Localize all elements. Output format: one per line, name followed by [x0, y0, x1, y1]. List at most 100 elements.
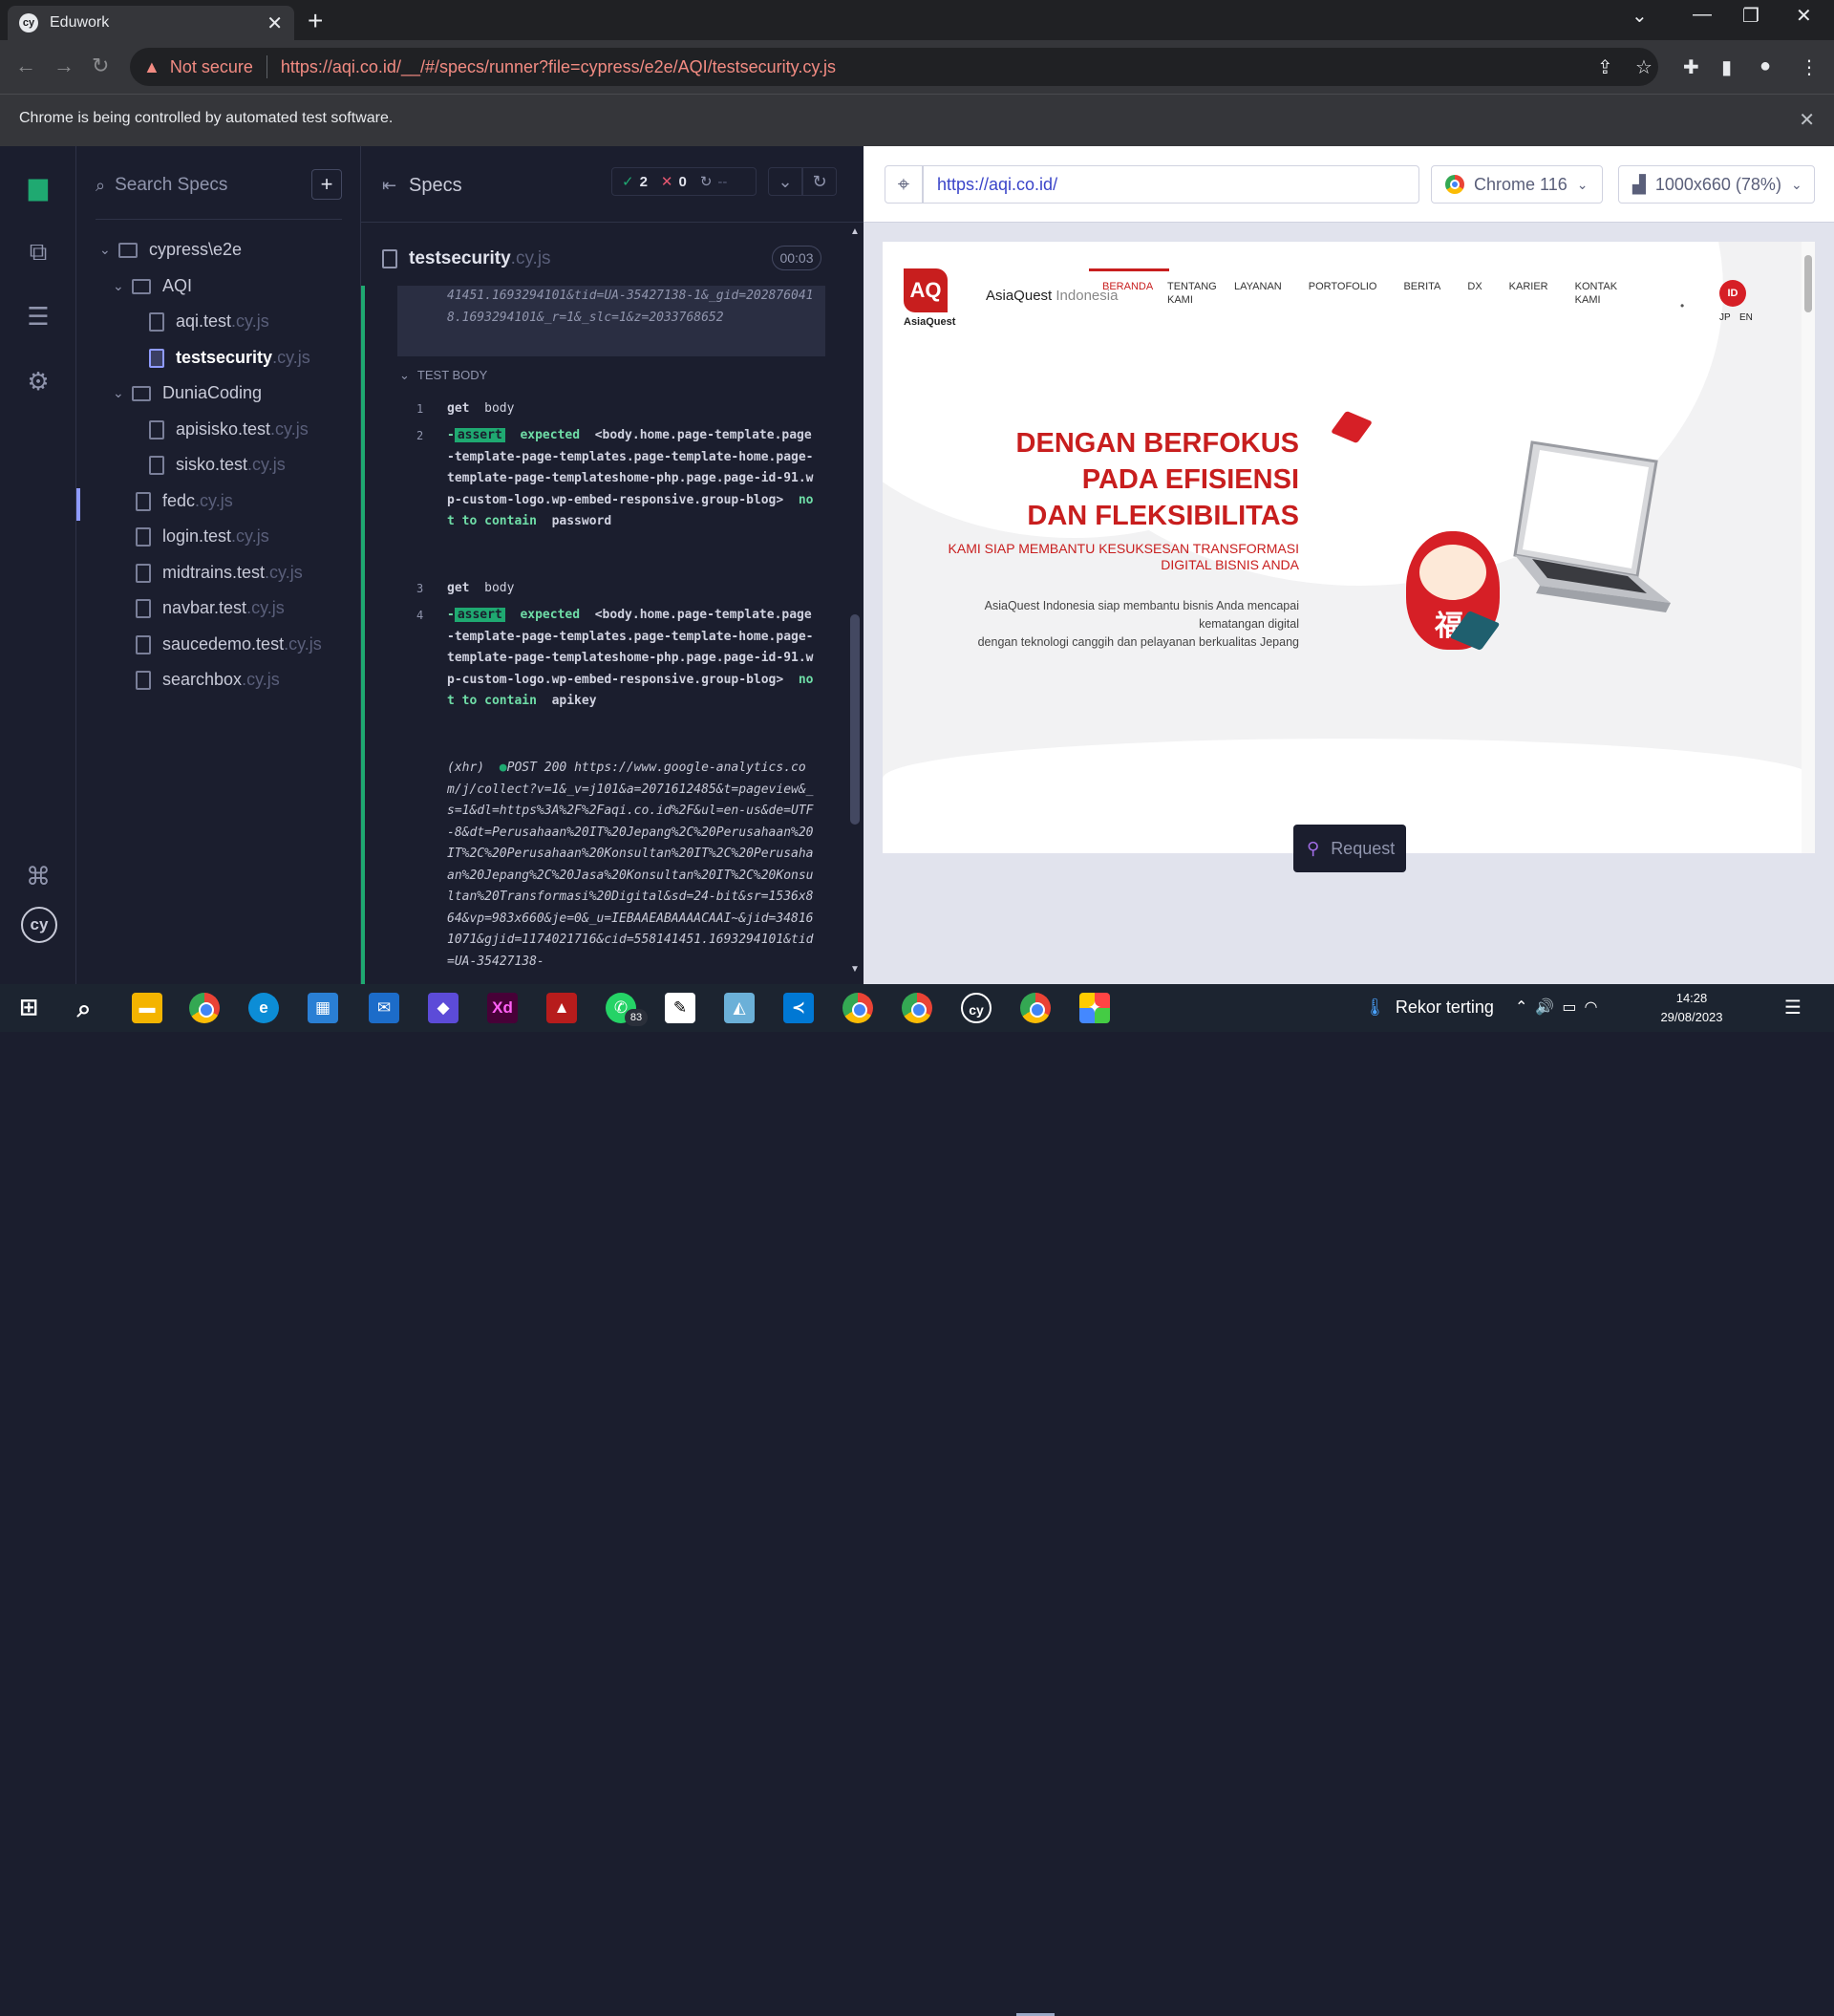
command-row[interactable]: 2 - assert expected <body.home.page-templ…: [397, 425, 825, 568]
app-icon[interactable]: ◭: [724, 993, 755, 1023]
tree-folder-aqi[interactable]: ⌄ AQI: [113, 276, 192, 296]
chrome-icon[interactable]: [902, 993, 932, 1023]
mail-icon[interactable]: ✉: [369, 993, 399, 1023]
language-jp-button[interactable]: JP: [1719, 312, 1731, 323]
settings-gear-icon[interactable]: ⚙: [21, 364, 55, 398]
close-infobar-icon[interactable]: ✕: [1799, 108, 1815, 132]
menu-item-portofolio[interactable]: PORTOFOLIO: [1309, 280, 1377, 307]
share-icon[interactable]: ⇪: [1597, 55, 1613, 79]
tree-folder-cypress-e2e[interactable]: ⌄ cypress\e2e: [99, 240, 242, 260]
not-secure-label[interactable]: Not secure: [170, 57, 253, 77]
previous-log-entry[interactable]: 41451.1693294101&tid=UA-35427138-1&_gid=…: [397, 286, 825, 356]
adobe-xd-icon[interactable]: Xd: [487, 993, 518, 1023]
windows-start-icon[interactable]: ⊞: [13, 993, 44, 1023]
selector-playground-icon[interactable]: ⌖: [885, 165, 923, 204]
reload-icon[interactable]: ↻: [92, 54, 109, 78]
minimize-button[interactable]: —: [1693, 4, 1712, 26]
bookmark-star-icon[interactable]: ☆: [1635, 55, 1653, 79]
app-icon[interactable]: ✎: [665, 993, 695, 1023]
specs-title[interactable]: Specs: [409, 175, 462, 197]
restore-button[interactable]: ❐: [1742, 4, 1759, 28]
close-window-button[interactable]: ✕: [1796, 4, 1812, 28]
chrome-icon[interactable]: [1020, 993, 1051, 1023]
language-id-button[interactable]: ID: [1719, 280, 1746, 307]
system-tray[interactable]: ⌃🔊▭◠: [1515, 997, 1605, 1017]
spec-item-testsecurity[interactable]: testsecurity .cy.js: [149, 348, 310, 368]
cypress-icon[interactable]: cy: [961, 993, 992, 1023]
spec-item-searchbox[interactable]: searchbox .cy.js: [136, 670, 280, 690]
system-clock[interactable]: 14:28 29/08/2023: [1649, 989, 1735, 1027]
aut-url[interactable]: https://aqi.co.id/: [923, 165, 1419, 204]
new-tab-button[interactable]: +: [308, 6, 323, 36]
site-scrollbar-thumb[interactable]: [1804, 255, 1812, 312]
forward-icon[interactable]: →: [53, 54, 75, 78]
search-specs-input[interactable]: ⌕ Search Specs: [96, 167, 323, 204]
tree-folder-duniacoding[interactable]: ⌄ DuniaCoding: [113, 383, 262, 403]
scroll-down-icon[interactable]: ▼: [850, 964, 860, 975]
command-row[interactable]: 1 get body: [397, 398, 825, 421]
search-icon[interactable]: ⌕: [69, 993, 99, 1023]
reporter-scrollbar[interactable]: ▲ ▼: [846, 223, 864, 984]
keyboard-shortcuts-icon[interactable]: ⌘: [21, 859, 55, 893]
cypress-logo-icon[interactable]: cy: [21, 907, 57, 943]
runs-icon[interactable]: ☰: [21, 299, 55, 333]
spec-item-midtrains-test[interactable]: midtrains.test .cy.js: [136, 563, 303, 583]
expand-collapse-button[interactable]: ⌄: [768, 167, 802, 196]
address-bar[interactable]: ▲ Not secure https://aqi.co.id/__/#/spec…: [130, 48, 1658, 86]
scrollbar-thumb[interactable]: [850, 614, 860, 825]
xhr-log-row[interactable]: (xhr) ●POST 200 https://www.google-analy…: [397, 758, 825, 984]
spec-item-apisisko-test[interactable]: apisisko.test .cy.js: [149, 419, 309, 440]
spec-item-aqi-test[interactable]: aqi.test .cy.js: [149, 311, 269, 332]
app-icon[interactable]: ✦: [1079, 993, 1110, 1023]
rerun-button[interactable]: ↻: [802, 167, 837, 196]
address-url[interactable]: https://aqi.co.id/__/#/specs/runner?file…: [281, 57, 836, 77]
scroll-up-icon[interactable]: ▲: [850, 226, 860, 237]
profile-icon[interactable]: ●: [1759, 55, 1771, 77]
side-panel-icon[interactable]: ▮: [1721, 55, 1732, 79]
project-icon[interactable]: ▆: [21, 169, 55, 204]
menu-item-layanan[interactable]: LAYANAN: [1234, 280, 1282, 307]
browser-selector[interactable]: Chrome 116 ⌄: [1431, 165, 1603, 204]
edge-icon[interactable]: e: [248, 993, 279, 1023]
command-row[interactable]: 4 - assert expected <body.home.page-templ…: [397, 605, 825, 748]
spec-item-navbar-test[interactable]: navbar.test .cy.js: [136, 598, 285, 618]
chrome-icon[interactable]: [842, 993, 873, 1023]
menu-item-berita[interactable]: BERITA: [1403, 280, 1440, 307]
menu-item-dx[interactable]: DX: [1467, 280, 1482, 307]
battery-icon[interactable]: ▭: [1562, 999, 1584, 1016]
close-tab-icon[interactable]: ✕: [267, 11, 283, 35]
weather-widget[interactable]: 🌡 Rekor terting: [1364, 997, 1494, 1018]
back-icon[interactable]: ←: [15, 54, 36, 78]
browser-tab[interactable]: cy Eduwork ✕: [8, 6, 294, 40]
tab-search-icon[interactable]: ⌄: [1631, 4, 1648, 28]
site-scrollbar[interactable]: [1802, 242, 1815, 853]
chrome-icon[interactable]: [189, 993, 220, 1023]
file-explorer-icon[interactable]: ▬: [132, 993, 162, 1023]
command-row[interactable]: 3 get body: [397, 578, 825, 601]
menu-item-beranda[interactable]: BERANDA: [1089, 268, 1169, 307]
viewport-info[interactable]: ▟ 1000x660 (78%) ⌄: [1618, 165, 1815, 204]
request-button[interactable]: ⚲ Request: [1293, 825, 1406, 872]
notification-icon[interactable]: ☰: [1784, 996, 1802, 1019]
language-en-button[interactable]: EN: [1739, 312, 1753, 323]
specs-icon[interactable]: ⧉: [21, 234, 55, 268]
menu-item-tentang-kami[interactable]: TENTANG KAMI: [1167, 280, 1217, 307]
vscode-icon[interactable]: ≺: [783, 993, 814, 1023]
app-icon[interactable]: ◆: [428, 993, 458, 1023]
app-icon[interactable]: ▲: [546, 993, 577, 1023]
test-body-label[interactable]: ⌄ TEST BODY: [397, 368, 487, 383]
menu-item-karier[interactable]: KARIER: [1509, 280, 1548, 307]
menu-item-kontak-kami[interactable]: KONTAK KAMI: [1575, 280, 1617, 307]
spec-item-sisko-test[interactable]: sisko.test .cy.js: [149, 455, 286, 475]
volume-icon[interactable]: 🔊: [1535, 999, 1562, 1016]
menu-icon[interactable]: ⋮: [1800, 55, 1819, 79]
wifi-icon[interactable]: ◠: [1584, 999, 1605, 1016]
chevron-up-icon[interactable]: ⌃: [1515, 999, 1535, 1016]
spec-item-login-test[interactable]: login.test .cy.js: [136, 526, 269, 547]
collapse-specs-icon[interactable]: ⇤: [382, 176, 396, 196]
spec-item-fedc[interactable]: fedc .cy.js: [136, 491, 233, 511]
extensions-icon[interactable]: ✚: [1683, 55, 1699, 79]
store-icon[interactable]: ▦: [308, 993, 338, 1023]
spec-item-saucedemo-test[interactable]: saucedemo.test .cy.js: [136, 634, 322, 654]
new-spec-button[interactable]: +: [311, 169, 342, 200]
